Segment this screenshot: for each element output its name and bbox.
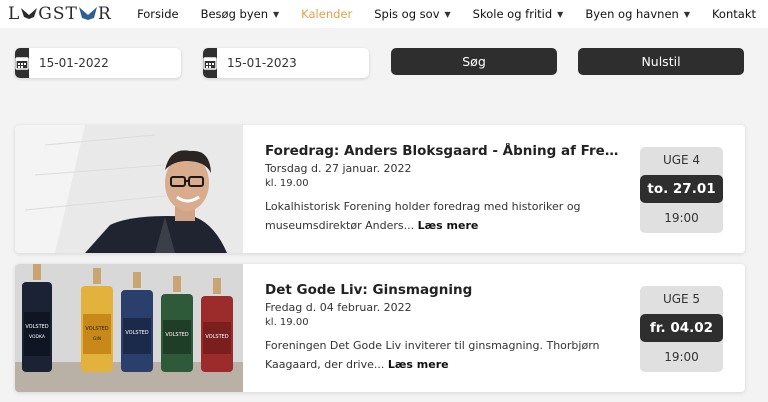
chevron-down-icon: ▼ — [444, 9, 451, 19]
read-more-link[interactable]: Læs mere — [418, 219, 479, 232]
nav-forside[interactable]: Forside — [137, 7, 179, 21]
bottle-brand-text: VOLSTED — [85, 326, 108, 332]
bottle-type-text: GIN — [93, 336, 101, 342]
event-card[interactable]: VOLSTED VODKA VOLSTED GIN VOLSTED VOLSTE… — [15, 264, 745, 392]
event-card[interactable]: Foredrag: Anders Bloksgaard - Åbning af … — [15, 125, 745, 253]
bird-logo-icon — [21, 8, 38, 19]
nav-skole-og-fritid[interactable]: Skole og fritid ▼ — [473, 7, 564, 21]
event-title[interactable]: Det Gode Liv: Ginsmagning — [265, 282, 625, 298]
event-date-badge: UGE 5 fr. 04.02 19:00 — [640, 286, 723, 372]
hour-label: 19:00 — [664, 211, 699, 225]
search-button[interactable]: Søg — [391, 48, 557, 75]
site-header: L GST R Forside Besøg byen ▼ Kalender Spi… — [0, 0, 768, 28]
event-date: Fredag d. 04 februar. 2022 — [265, 301, 412, 314]
chevron-down-icon: ▼ — [557, 9, 564, 19]
nav-kalender[interactable]: Kalender — [301, 7, 352, 21]
nav-besog-byen[interactable]: Besøg byen ▼ — [201, 7, 280, 21]
hour-label: 19:00 — [664, 350, 699, 364]
event-image-speaker[interactable] — [15, 125, 243, 253]
week-label: UGE 4 — [662, 153, 701, 167]
site-logo[interactable]: L GST R — [8, 3, 112, 25]
bottle-brand-text: VOLSTED — [165, 332, 188, 338]
start-date-input[interactable] — [29, 48, 181, 78]
calendar-icon[interactable] — [15, 48, 29, 78]
end-date-picker — [203, 48, 369, 78]
chevron-down-icon: ▼ — [273, 9, 280, 19]
event-date: Torsdag d. 27 januar. 2022 — [265, 162, 412, 175]
event-image-gin[interactable]: VOLSTED VODKA VOLSTED GIN VOLSTED VOLSTE… — [15, 264, 243, 392]
day-label: to. 27.01 — [640, 175, 723, 203]
start-date-picker — [15, 48, 181, 78]
end-date-input[interactable] — [217, 48, 369, 78]
chevron-down-icon: ▼ — [683, 9, 690, 19]
bottle-type-text: VODKA — [29, 334, 46, 340]
nav-kontakt[interactable]: Kontakt — [712, 7, 756, 21]
bird-logo-icon-2 — [78, 7, 97, 20]
event-title[interactable]: Foredrag: Anders Bloksgaard - Åbning af … — [265, 143, 625, 159]
event-description: Foreningen Det Gode Liv inviterer til gi… — [265, 336, 625, 374]
week-label: UGE 5 — [662, 292, 701, 306]
event-description: Lokalhistorisk Forening holder foredrag … — [265, 197, 625, 235]
event-time: kl. 19.00 — [265, 317, 309, 328]
nav-byen-og-havnen[interactable]: Byen og havnen ▼ — [585, 7, 690, 21]
calendar-icon[interactable] — [203, 48, 217, 78]
read-more-link[interactable]: Læs mere — [388, 358, 449, 371]
main-nav: Forside Besøg byen ▼ Kalender Spis og sov… — [115, 0, 756, 28]
bottle-brand-text: VOLSTED — [125, 330, 148, 336]
event-date-badge: UGE 4 to. 27.01 19:00 — [640, 147, 723, 233]
bottle-brand-text: VOLSTED — [205, 334, 228, 340]
reset-button[interactable]: Nulstil — [578, 48, 744, 75]
event-info: Det Gode Liv: Ginsmagning Fredag d. 04 f… — [265, 282, 625, 374]
day-label: fr. 04.02 — [640, 314, 723, 342]
event-time: kl. 19.00 — [265, 178, 309, 189]
event-info: Foredrag: Anders Bloksgaard - Åbning af … — [265, 143, 625, 235]
bottle-brand-text: VOLSTED — [25, 324, 48, 330]
nav-spis-og-sov[interactable]: Spis og sov ▼ — [374, 7, 450, 21]
